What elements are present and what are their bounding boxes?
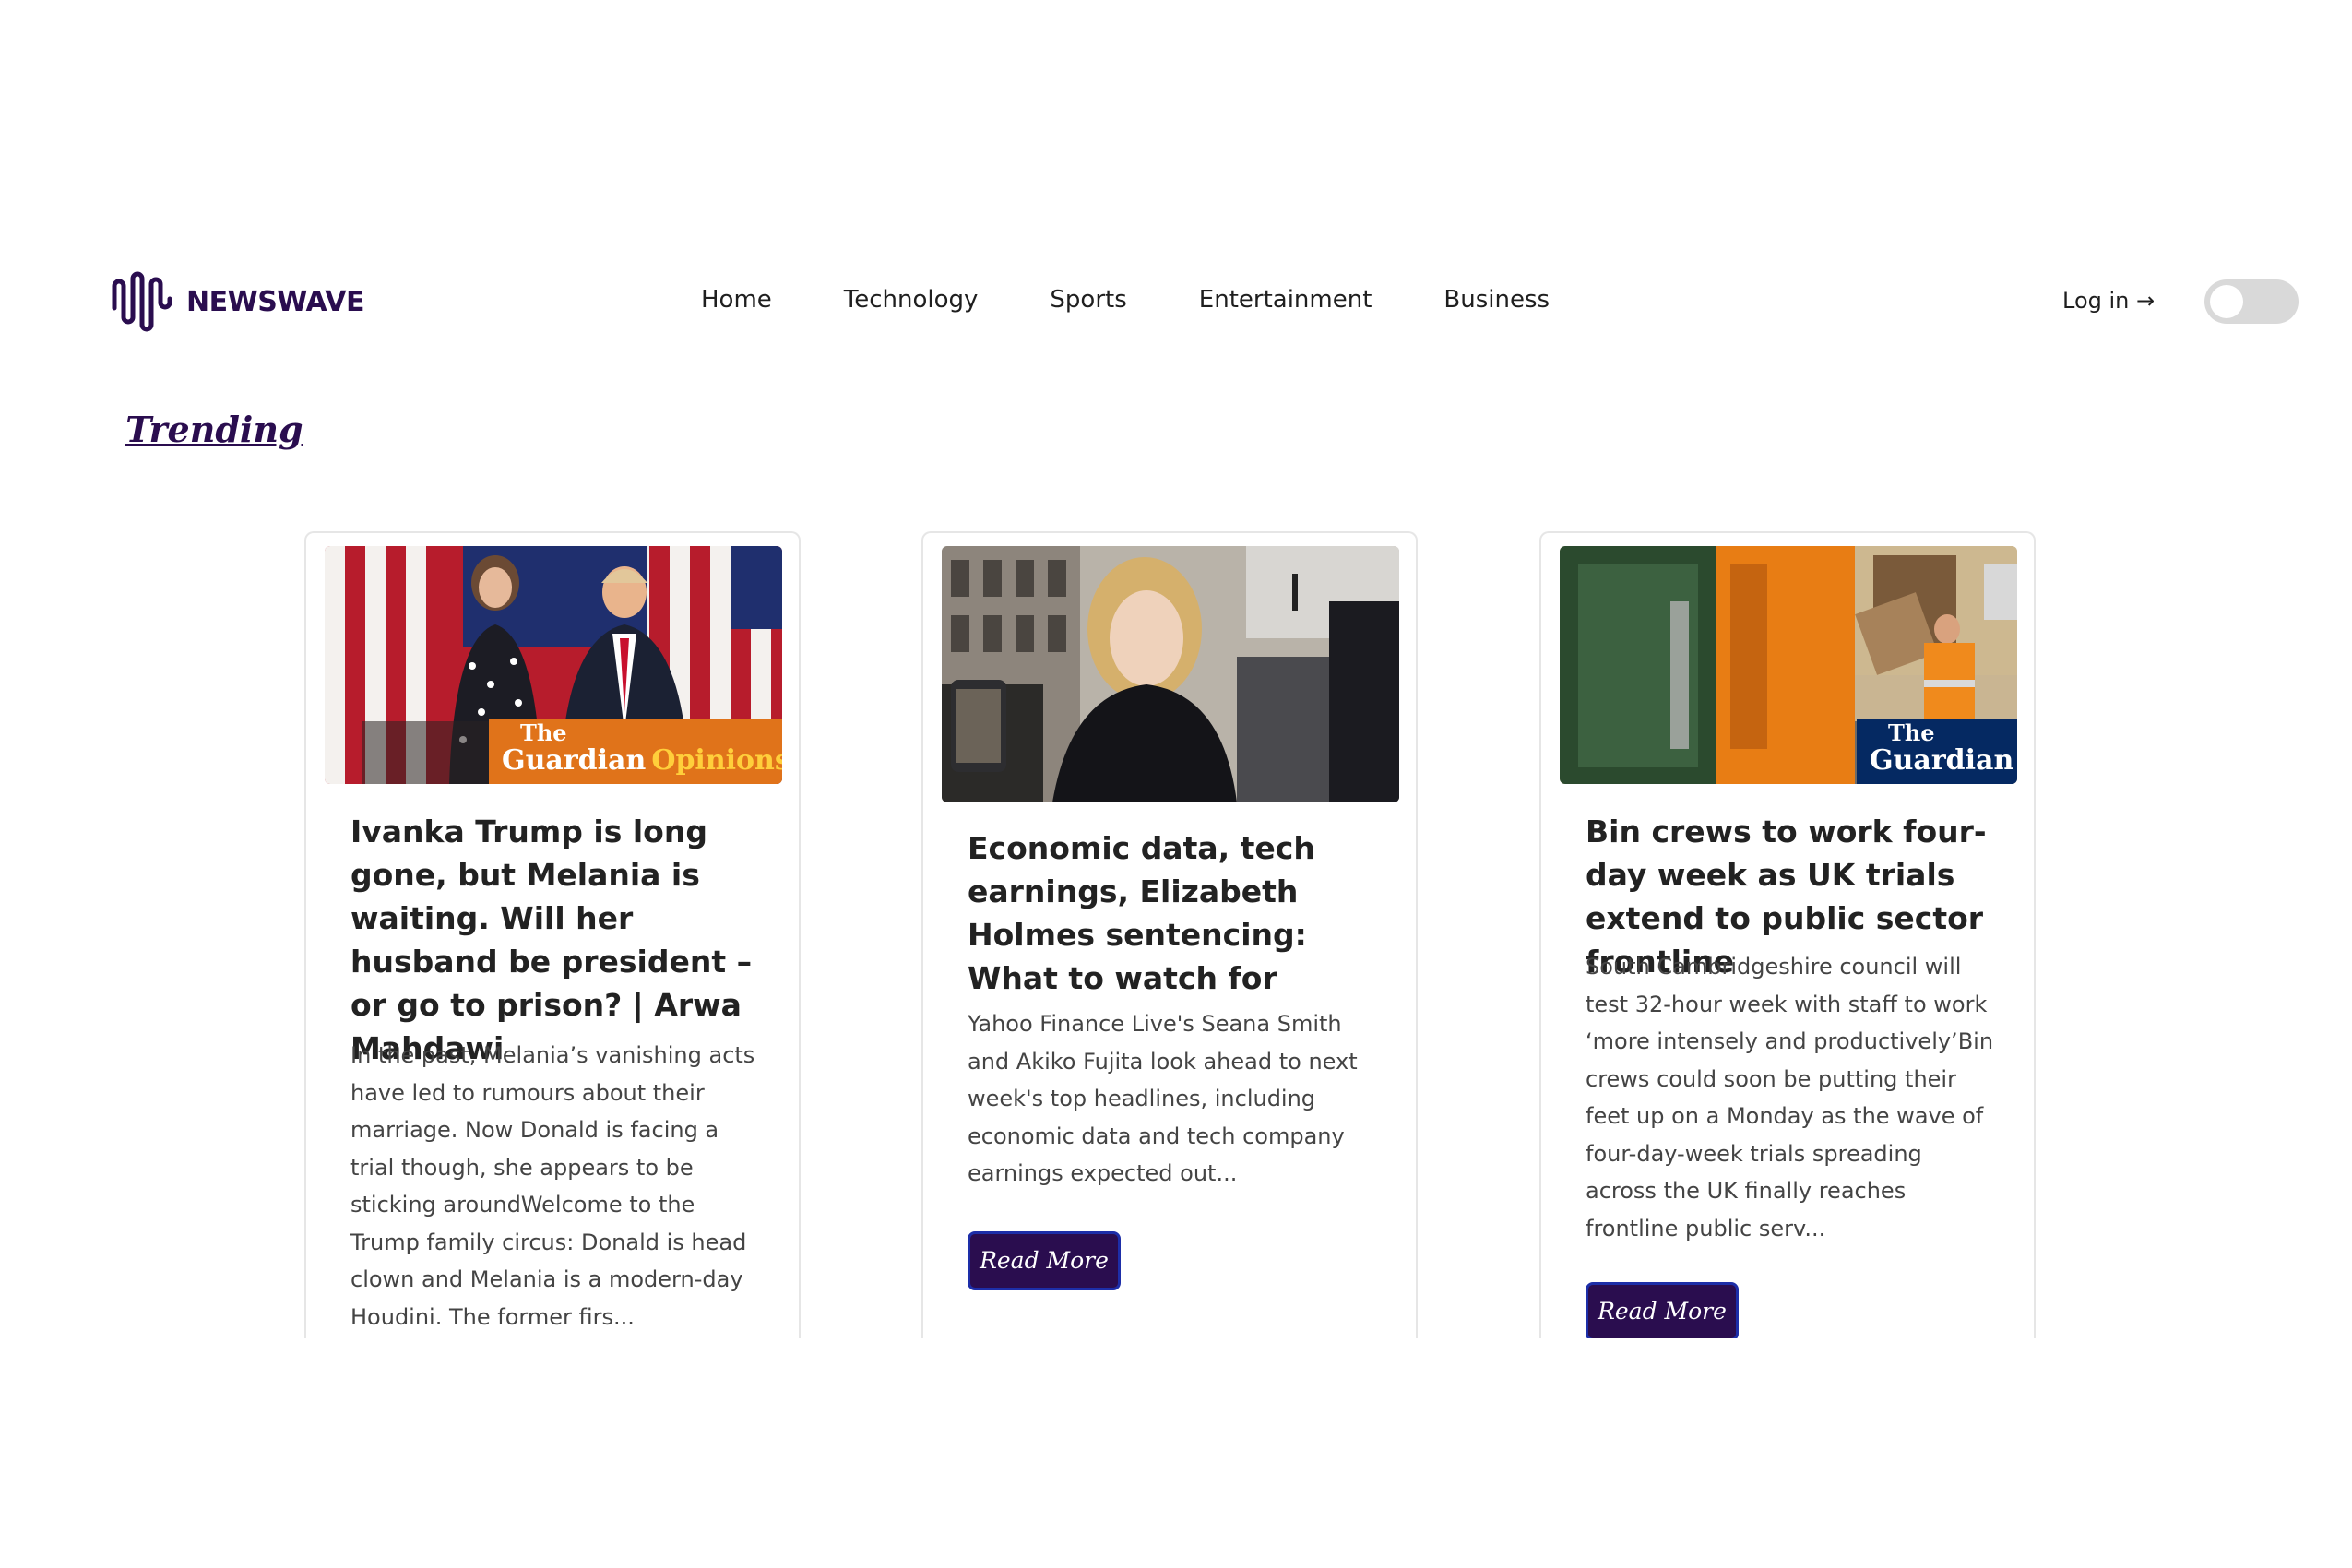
card-image[interactable]: The Guardian Opinions — [325, 546, 782, 784]
card-title[interactable]: Ivanka Trump is long gone, but Melania i… — [350, 810, 764, 1070]
card-image[interactable] — [942, 546, 1399, 802]
card-description: Yahoo Finance Live's Seana Smith and Aki… — [968, 1011, 1358, 1186]
news-card: The Guardian Opinions Ivanka Trump is lo… — [304, 531, 801, 1338]
login-link[interactable]: Log in → — [2062, 288, 2155, 314]
brand-logo[interactable]: NEWSWAVE — [109, 271, 364, 332]
card-description: South Cambridgeshire council will test 3… — [1586, 954, 1994, 1241]
main-nav: Home Technology Sports Entertainment Bus… — [701, 286, 1621, 314]
card-image[interactable]: The Guardian — [1560, 546, 2017, 784]
wave-logo-icon — [109, 271, 175, 332]
news-card: The Guardian Bin crews to work four-day … — [1539, 531, 2036, 1338]
top-navbar: NEWSWAVE Home Technology Sports Entertai… — [0, 258, 2352, 350]
card-title[interactable]: Economic data, tech earnings, Elizabeth … — [968, 826, 1381, 1000]
nav-item-entertainment[interactable]: Entertainment — [1199, 286, 1372, 314]
toggle-knob — [2210, 285, 2243, 318]
card-description: In the past, Melania’s vanishing acts ha… — [350, 1042, 755, 1330]
news-card: Economic data, tech earnings, Elizabeth … — [921, 531, 1418, 1338]
nav-item-sports[interactable]: Sports — [1050, 286, 1126, 314]
brand-name: NEWSWAVE — [186, 285, 364, 318]
nav-item-home[interactable]: Home — [701, 286, 772, 314]
read-more-button[interactable]: Read More — [1586, 1282, 1739, 1338]
theme-toggle[interactable] — [2204, 279, 2299, 324]
nav-item-business[interactable]: Business — [1443, 286, 1550, 314]
section-title-trending[interactable]: Trending — [125, 409, 303, 450]
nav-item-technology[interactable]: Technology — [844, 286, 979, 314]
guardian-opinions-badge: The Guardian Opinions — [489, 719, 782, 784]
read-more-button[interactable]: Read More — [968, 1231, 1121, 1290]
guardian-badge: The Guardian — [1857, 719, 2017, 784]
